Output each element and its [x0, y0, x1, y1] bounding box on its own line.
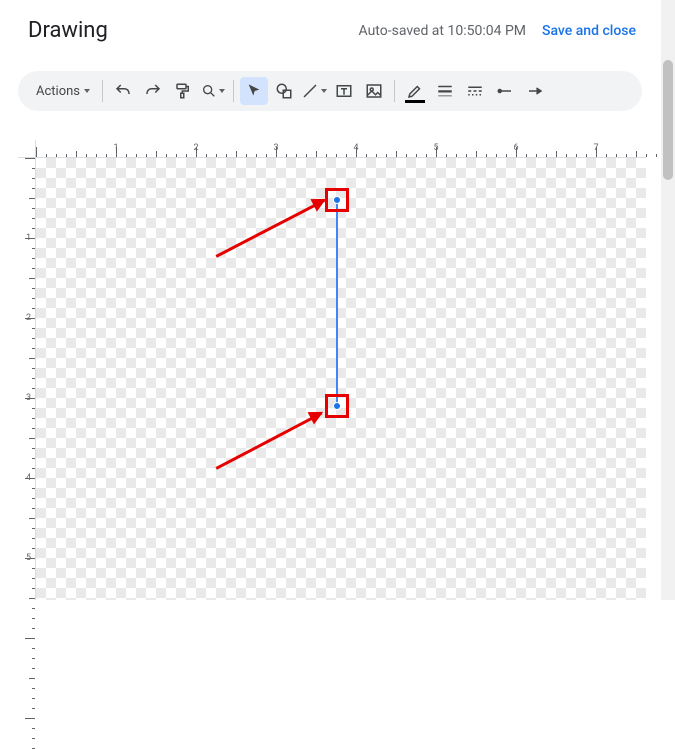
line-start-button[interactable]: [491, 77, 519, 105]
caret-down-icon: [84, 89, 90, 93]
annotation-box: [325, 394, 349, 418]
color-underline: [405, 100, 425, 103]
line-start-icon: [496, 82, 514, 100]
separator: [102, 80, 103, 102]
line-weight-icon: [436, 82, 454, 100]
scrollbar-track[interactable]: [661, 0, 675, 600]
line-tool-button[interactable]: [300, 77, 328, 105]
annotation-arrow: [216, 200, 324, 256]
paint-roller-icon: [174, 82, 192, 100]
actions-label: Actions: [36, 84, 80, 99]
paint-format-button[interactable]: [169, 77, 197, 105]
image-tool-button[interactable]: [360, 77, 388, 105]
separator: [394, 80, 395, 102]
zoom-button[interactable]: [199, 77, 227, 105]
image-icon: [365, 82, 383, 100]
drawing-dialog: Drawing Auto-saved at 10:50:04 PM Save a…: [0, 0, 660, 600]
line-shape[interactable]: [336, 200, 338, 406]
annotation-box: [325, 188, 349, 212]
separator: [233, 80, 234, 102]
header-actions: Auto-saved at 10:50:04 PM Save and close: [359, 23, 636, 39]
textbox-tool-button[interactable]: [330, 77, 358, 105]
horizontal-ruler[interactable]: 1234567: [36, 140, 646, 158]
zoom-icon: [201, 83, 217, 99]
line-end-icon: [526, 82, 544, 100]
caret-down-icon: [219, 89, 225, 93]
select-tool-button[interactable]: [240, 77, 268, 105]
textbox-icon: [335, 82, 353, 100]
drawing-canvas[interactable]: [36, 158, 646, 600]
canvas-area: 1234567 12345: [18, 140, 646, 600]
line-weight-button[interactable]: [431, 77, 459, 105]
save-and-close-button[interactable]: Save and close: [542, 23, 636, 39]
shape-tool-button[interactable]: [270, 77, 298, 105]
dialog-header: Drawing Auto-saved at 10:50:04 PM Save a…: [0, 0, 660, 53]
scrollbar-thumb[interactable]: [663, 60, 673, 180]
vertical-ruler[interactable]: 12345: [18, 158, 36, 600]
undo-icon: [114, 82, 132, 100]
pen-icon: [406, 82, 424, 100]
line-color-button[interactable]: [401, 77, 429, 105]
actions-menu-button[interactable]: Actions: [28, 77, 96, 105]
toolbar: Actions: [18, 71, 642, 111]
redo-icon: [144, 82, 162, 100]
line-dash-icon: [466, 82, 484, 100]
dialog-title: Drawing: [28, 18, 108, 43]
undo-button[interactable]: [109, 77, 137, 105]
line-dash-button[interactable]: [461, 77, 489, 105]
ruler-corner: [18, 140, 36, 158]
line-icon: [301, 82, 319, 100]
cursor-icon: [246, 83, 262, 99]
line-end-button[interactable]: [521, 77, 549, 105]
redo-button[interactable]: [139, 77, 167, 105]
autosave-status: Auto-saved at 10:50:04 PM: [359, 23, 526, 39]
annotation-arrow: [216, 413, 321, 468]
caret-down-icon: [321, 89, 327, 93]
shapes-icon: [275, 82, 293, 100]
